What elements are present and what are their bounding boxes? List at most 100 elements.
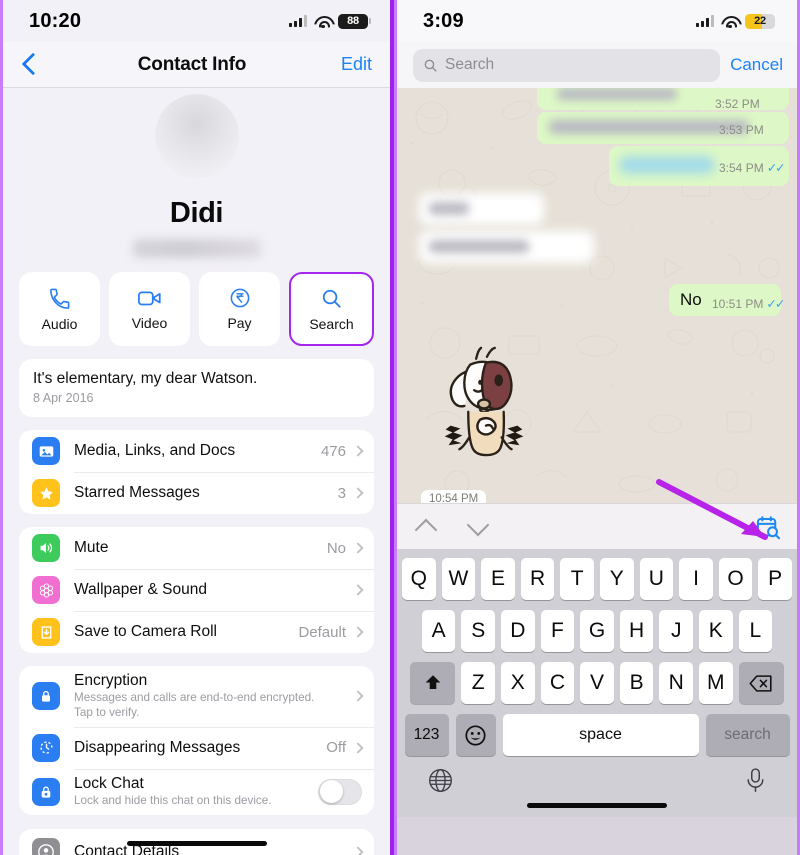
key-n[interactable]: N [659,662,693,704]
chat-search-bar: Search Cancel [397,42,797,88]
left-nav-bar: Contact Info Edit [3,42,390,88]
microphone-icon[interactable] [744,767,767,799]
status-time: 3:09 [423,9,464,32]
space-key[interactable]: space [502,714,699,756]
row-lock-chat[interactable]: Lock Chat Lock and hide this chat on thi… [19,768,374,815]
globe-icon[interactable] [427,767,454,799]
key-u[interactable]: U [639,558,674,600]
key-d[interactable]: D [501,610,535,652]
chevron-left-icon[interactable] [21,51,43,79]
key-l[interactable]: L [738,610,773,652]
backspace-icon[interactable] [738,662,784,704]
row-wallpaper-sound[interactable]: Wallpaper & Sound [19,569,374,611]
row-subtitle: Messages and calls are end-to-end encryp… [74,691,315,719]
row-mute[interactable]: Mute No [19,527,374,569]
chevron-down-icon[interactable] [465,514,491,540]
key-v[interactable]: V [580,662,614,704]
row-media-links-docs[interactable]: Media, Links, and Docs 476 [19,430,374,472]
blurred-message-text [429,202,469,215]
chevron-right-icon [352,487,364,499]
row-title: Starred Messages [74,484,200,501]
media-card: Media, Links, and Docs 476 Starred Messa… [19,430,374,514]
speaker-icon [32,534,60,562]
shift-up-icon[interactable] [410,662,456,704]
key-c[interactable]: C [540,662,575,704]
keyboard-row-4: 123 space search [397,714,797,756]
edit-button[interactable]: Edit [341,54,372,75]
battery-level: 22 [754,15,766,27]
key-q[interactable]: Q [402,558,436,600]
blurred-search-match [619,156,715,174]
row-subtitle: Lock and hide this chat on this device. [74,793,272,807]
status-indicators: 22 [695,13,775,29]
status-indicators: 88 [288,13,372,29]
about-card[interactable]: It's elementary, my dear Watson. 8 Apr 2… [19,359,374,417]
key-o[interactable]: O [718,558,753,600]
row-save-camera-roll[interactable]: Save to Camera Roll Default [19,611,374,653]
wifi-icon [314,15,331,29]
page-title: Contact Info [137,53,247,75]
chat-message-list[interactable]: 3:52 PM 3:53 PM 3:54 PM ✓✓ No 10:51 PM ✓… [397,88,797,503]
chevron-right-icon [352,584,364,596]
star-icon [32,479,60,507]
key-m[interactable]: M [698,662,733,704]
action-label: Search [309,315,354,332]
row-encryption[interactable]: Encryption Messages and calls are end-to… [19,666,374,727]
key-b[interactable]: B [619,662,654,704]
row-starred-messages[interactable]: Starred Messages 3 [19,472,374,514]
key-e[interactable]: E [481,558,515,600]
row-title: Disappearing Messages [74,738,241,756]
key-i[interactable]: I [679,558,713,600]
message-meta: 3:54 PM ✓✓ [719,160,786,176]
battery-icon: 88 [338,13,372,29]
row-disappearing-messages[interactable]: Disappearing Messages Off [19,726,374,769]
right-phone-panel: 3:09 22 Search Cancel 3:52 PM 3:53 PM 3:… [394,0,800,855]
key-g[interactable]: G [580,610,614,652]
status-time: 10:20 [29,9,82,32]
audio-call-button[interactable]: Audio [19,272,100,346]
key-h[interactable]: H [619,610,654,652]
key-a[interactable]: A [421,610,456,652]
wallpaper-icon [32,576,60,604]
key-r[interactable]: R [520,558,555,600]
row-title: Lock Chat [74,774,144,792]
contact-info-scroll[interactable]: Contact Info Edit Didi Audio Video Pay S… [3,42,390,855]
search-button[interactable]: Search [289,272,374,346]
key-x[interactable]: X [501,662,535,704]
lock-chat-toggle[interactable] [318,778,362,805]
key-j[interactable]: J [659,610,693,652]
key-k[interactable]: K [698,610,733,652]
row-title: Save to Camera Roll [74,623,218,640]
key-s[interactable]: S [461,610,496,652]
chevron-right-icon [352,542,364,554]
contact-name: Didi [169,197,224,229]
key-f[interactable]: F [540,610,575,652]
message-time: 10:51 PM [712,296,764,311]
key-w[interactable]: W [441,558,476,600]
settings-card: Mute No Wallpaper & Sound Save to Camera… [19,527,374,653]
search-input[interactable]: Search [413,48,721,82]
chevron-right-icon [352,445,364,457]
numbers-key[interactable]: 123 [404,714,449,756]
pay-button[interactable]: Pay [199,272,280,346]
search-key[interactable]: search [705,714,790,756]
cancel-button[interactable]: Cancel [730,55,783,75]
wifi-icon [721,15,738,29]
read-receipt-icon: ✓✓ [766,297,785,311]
avatar[interactable] [154,94,239,178]
row-title: Wallpaper & Sound [74,581,207,598]
key-y[interactable]: Y [600,558,634,600]
home-indicator [126,840,267,846]
crying-dog-sticker[interactable] [425,343,543,461]
cellular-bars-icon [288,15,307,27]
person-icon [32,837,60,855]
smiley-icon[interactable] [455,714,496,756]
key-t[interactable]: T [560,558,594,600]
video-call-button[interactable]: Video [109,272,190,346]
right-status-bar: 3:09 22 [397,0,797,42]
key-p[interactable]: P [758,558,792,600]
chevron-up-icon[interactable] [413,514,439,540]
home-indicator [527,802,667,808]
key-z[interactable]: Z [461,662,496,704]
calendar-search-icon[interactable] [756,515,781,545]
